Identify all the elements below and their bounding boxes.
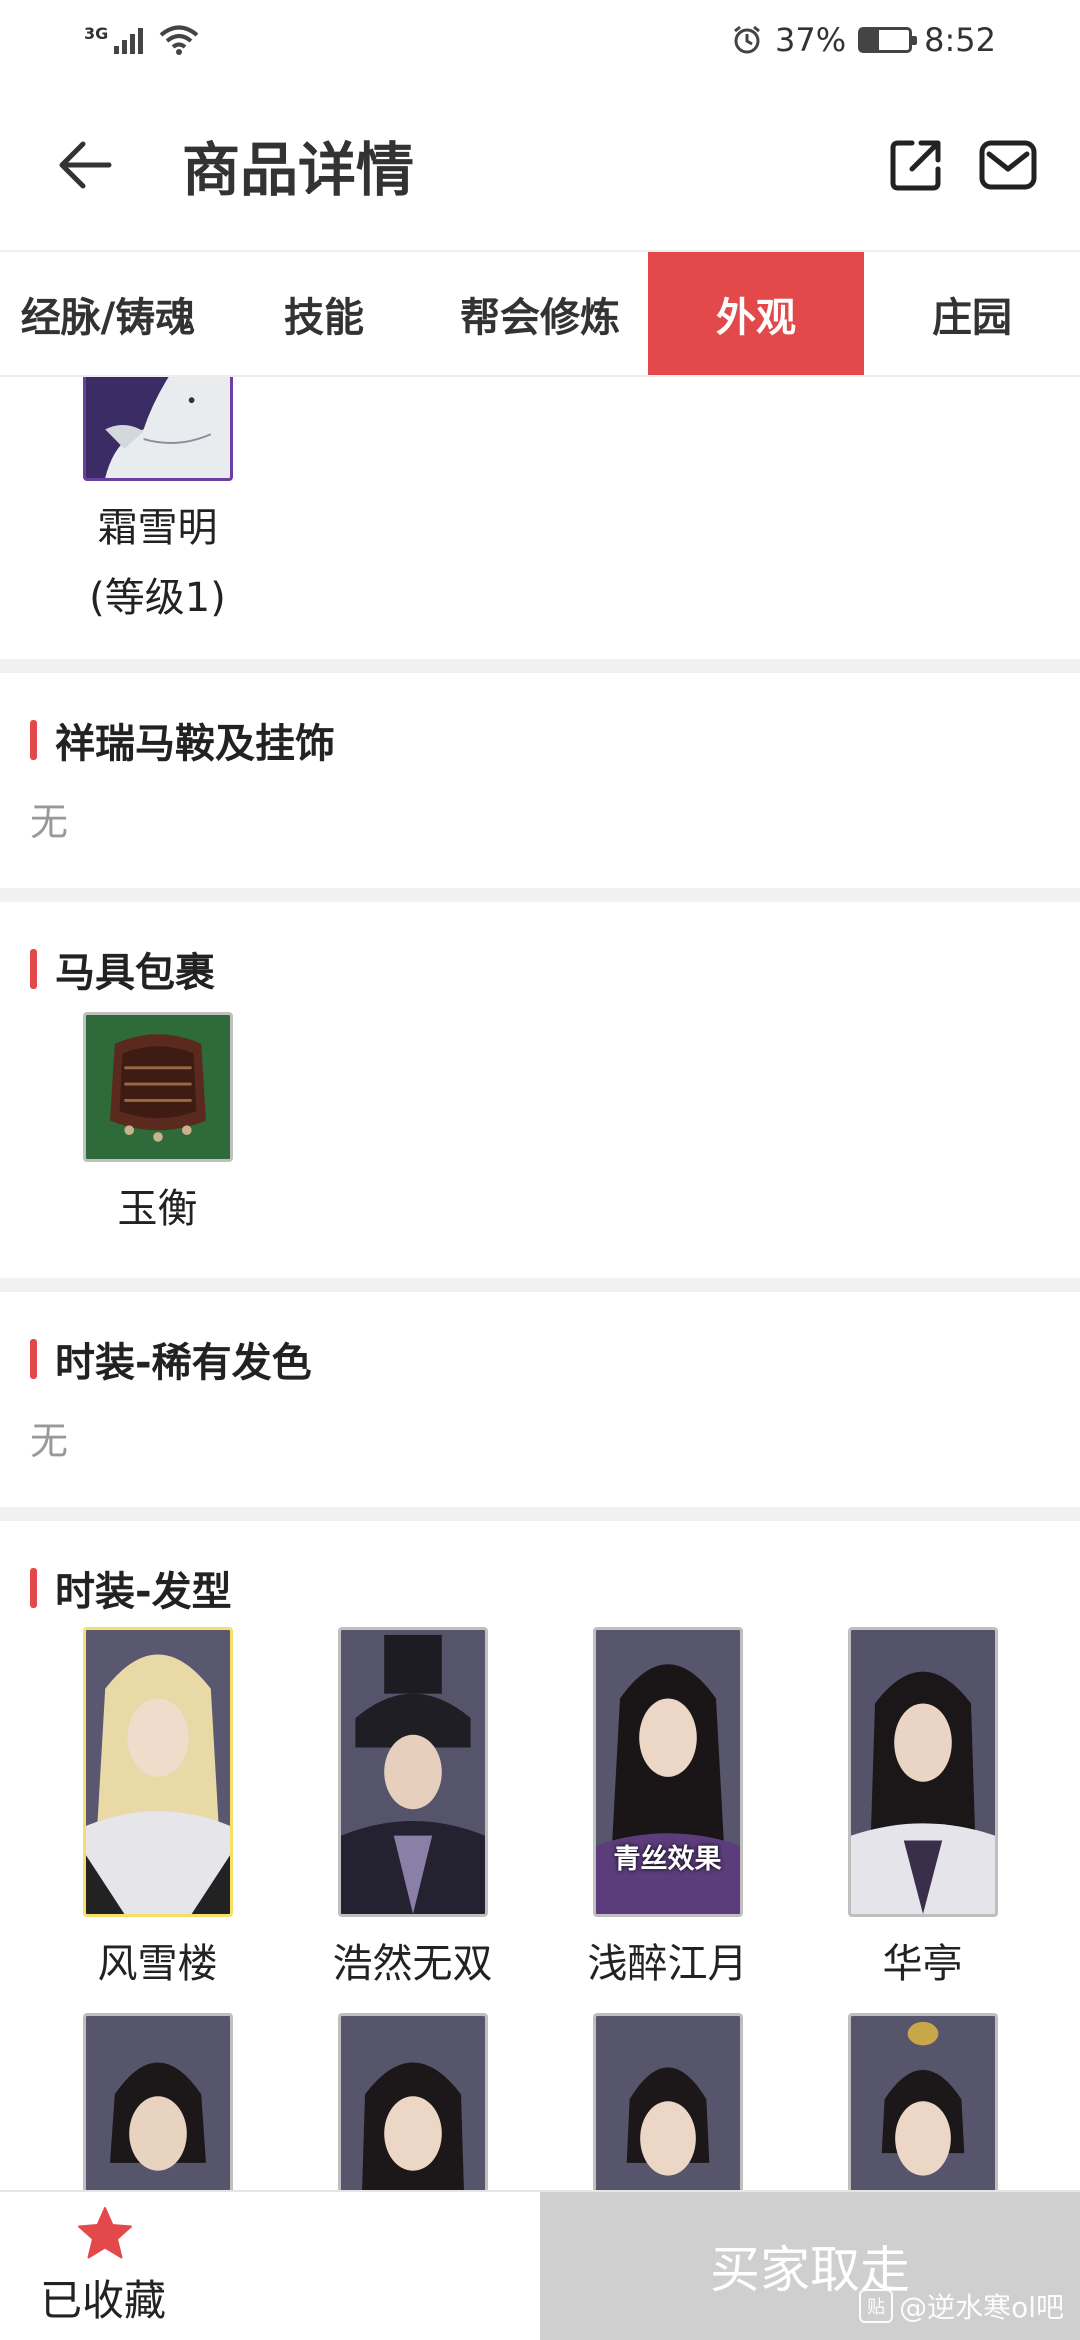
back-button[interactable] xyxy=(40,120,130,210)
section-title-rare-hair-color: 时装-稀有发色 xyxy=(30,1292,1050,1388)
hairstyle-item[interactable]: 浩然无双 xyxy=(285,1627,540,1999)
tab-appearance[interactable]: 外观 xyxy=(648,252,864,375)
mount-item[interactable]: 霜雪明 (等级1) xyxy=(30,377,285,633)
saddle-card: 祥瑞马鞍及挂饰 无 xyxy=(0,673,1080,888)
status-left: 3G xyxy=(84,24,200,56)
section-title-saddle: 祥瑞马鞍及挂饰 xyxy=(30,673,1050,769)
saddle-value: 无 xyxy=(30,800,69,844)
category-tabs: 经脉/铸魂 技能 帮会修炼 外观 庄园 xyxy=(0,250,1080,377)
mount-card: 霜雪明 (等级1) xyxy=(0,377,1080,659)
hairstyle-item[interactable]: 青丝效果 浅醉江月 xyxy=(540,1627,795,1999)
mount-name: 霜雪明 xyxy=(97,505,218,551)
battery-percent: 37% xyxy=(775,21,847,59)
hairstyle-name: 华亭 xyxy=(882,1941,963,1987)
favorite-label: 已收藏 xyxy=(40,2275,167,2325)
message-button[interactable] xyxy=(976,133,1040,197)
hairstyle-card: 时装-发型 风雪楼 浩然无双 青丝效果 浅醉江月 华亭 xyxy=(0,1521,1080,2190)
hairstyle-thumbnail xyxy=(847,1627,998,1917)
hairstyle-item[interactable] xyxy=(795,2013,1050,2190)
hairstyle-thumbnail: 青丝效果 xyxy=(592,1627,743,1917)
mail-icon xyxy=(979,140,1037,190)
long-hair-portrait-image xyxy=(850,1630,995,1914)
star-icon xyxy=(78,2206,132,2258)
hairstyle-item[interactable] xyxy=(285,2013,540,2190)
tieba-icon: 贴 xyxy=(859,2289,894,2323)
tab-skills[interactable]: 技能 xyxy=(216,252,432,375)
wifi-icon xyxy=(159,25,199,55)
rare-hair-color-value: 无 xyxy=(30,1419,69,1463)
hairstyle-thumbnail xyxy=(847,2013,998,2190)
hairstyle-item[interactable] xyxy=(540,2013,795,2190)
mount-thumbnail xyxy=(82,377,233,481)
tab-guild-training[interactable]: 帮会修炼 xyxy=(432,252,648,375)
hat-portrait-image xyxy=(340,1630,485,1914)
hairstyle-item[interactable]: 华亭 xyxy=(795,1627,1050,1999)
hairstyle-thumbnail xyxy=(82,1627,233,1917)
status-right: 37% 8:52 xyxy=(731,21,996,59)
hairstyle-item[interactable] xyxy=(30,2013,285,2190)
white-horse-image xyxy=(85,377,230,478)
section-title-hairstyle: 时装-发型 xyxy=(30,1521,1050,1617)
share-icon xyxy=(890,140,941,191)
battery-fill xyxy=(861,30,879,50)
crown-portrait-image xyxy=(850,2016,995,2190)
hairstyle-tag: 青丝效果 xyxy=(613,1844,722,1875)
ponytail-portrait-image xyxy=(595,2016,740,2190)
hairstyle-thumbnail xyxy=(337,2013,488,2190)
hairstyle-grid: 风雪楼 浩然无双 青丝效果 浅醉江月 华亭 xyxy=(30,1617,1050,2190)
section-title-harness: 马具包裹 xyxy=(30,902,1050,998)
hairstyle-thumbnail xyxy=(82,2013,233,2190)
share-button[interactable] xyxy=(884,133,948,197)
mount-grid: 霜雪明 (等级1) xyxy=(30,377,1050,633)
hairstyle-name: 风雪楼 xyxy=(97,1941,218,1987)
harness-card: 马具包裹 玉衡 xyxy=(0,902,1080,1278)
rare-hair-color-card: 时装-稀有发色 无 xyxy=(0,1292,1080,1507)
app-header: 商品详情 xyxy=(0,80,1080,250)
harness-item[interactable]: 玉衡 xyxy=(30,1012,285,1244)
harness-thumbnail xyxy=(82,1012,233,1162)
signal-icon xyxy=(114,28,144,54)
buyer-collected-button: 买家取走 贴 @逆水寒ol吧 xyxy=(540,2192,1080,2340)
blond-hair-portrait-image xyxy=(85,1630,230,1914)
tab-manor[interactable]: 庄园 xyxy=(864,252,1080,375)
battery-icon xyxy=(858,27,918,53)
page-title: 商品详情 xyxy=(182,136,415,204)
network-type: 3G xyxy=(84,23,109,43)
status-bar: 3G 37% 8:52 xyxy=(0,0,1080,80)
hairstyle-name: 浅醉江月 xyxy=(587,1941,748,1987)
mount-level: (等级1) xyxy=(89,575,226,621)
bun-portrait-image xyxy=(85,2016,230,2190)
back-arrow-icon xyxy=(59,141,112,189)
favorite-button[interactable]: 已收藏 xyxy=(0,2192,540,2340)
bottom-action-bar: 已收藏 买家取走 贴 @逆水寒ol吧 xyxy=(0,2190,1080,2340)
hairstyle-thumbnail xyxy=(337,1627,488,1917)
hairstyle-name: 浩然无双 xyxy=(332,1941,493,1987)
header-actions xyxy=(884,133,1040,197)
hairstyle-item[interactable]: 风雪楼 xyxy=(30,1627,285,1999)
hairstyle-thumbnail xyxy=(592,2013,743,2190)
loose-hair-portrait-image xyxy=(340,2016,485,2190)
clock: 8:52 xyxy=(924,21,996,59)
content-scroll[interactable]: 霜雪明 (等级1) 祥瑞马鞍及挂饰 无 马具包裹 玉衡 时装-稀有发色 无 时装… xyxy=(0,377,1080,2190)
watermark: 贴 @逆水寒ol吧 xyxy=(859,2286,1064,2326)
alarm-icon xyxy=(734,25,760,54)
harness-name: 玉衡 xyxy=(117,1186,198,1232)
saddle-bag-image xyxy=(85,1015,230,1159)
harness-grid: 玉衡 xyxy=(30,998,1050,1244)
watermark-text: @逆水寒ol吧 xyxy=(899,2291,1064,2324)
tab-meridian[interactable]: 经脉/铸魂 xyxy=(0,252,216,375)
